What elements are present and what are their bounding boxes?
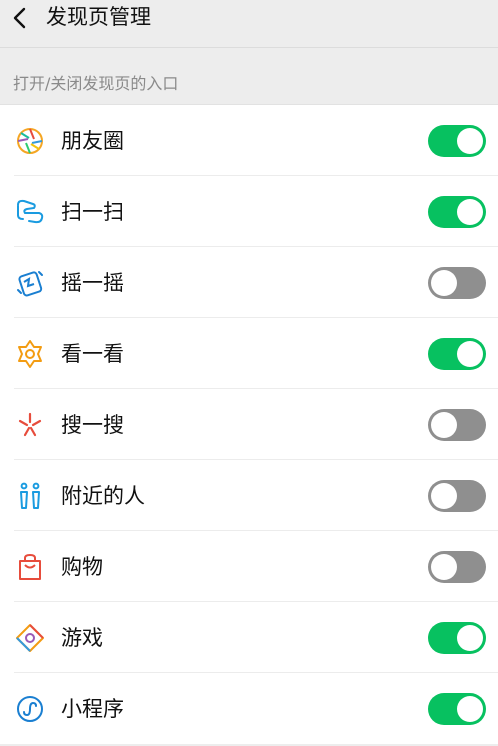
list-item-games: 游戏 xyxy=(0,602,498,673)
toggle-knob xyxy=(431,270,457,296)
page-title: 发现页管理 xyxy=(46,5,151,29)
games-icon xyxy=(16,624,44,652)
toggle-knob xyxy=(457,341,483,367)
scan-icon xyxy=(17,199,44,224)
item-label: 朋友圈 xyxy=(61,129,124,153)
toggle-knob xyxy=(457,625,483,651)
list-item-top-stories: 看一看 xyxy=(0,318,498,389)
toggle-knob xyxy=(457,199,483,225)
item-label: 游戏 xyxy=(61,626,103,650)
moments-toggle[interactable] xyxy=(428,125,486,157)
top-stories-toggle[interactable] xyxy=(428,338,486,370)
item-label: 扫一扫 xyxy=(61,200,124,224)
shopping-bag-icon xyxy=(19,553,41,580)
list-item-scan: 扫一扫 xyxy=(0,176,498,247)
back-arrow-icon[interactable] xyxy=(8,4,34,32)
item-label: 小程序 xyxy=(61,697,124,721)
games-toggle[interactable] xyxy=(428,622,486,654)
toggle-knob xyxy=(431,554,457,580)
list-item-shake: 摇一摇 xyxy=(0,247,498,318)
item-label: 看一看 xyxy=(61,342,124,366)
moments-icon xyxy=(17,128,43,154)
scan-toggle[interactable] xyxy=(428,196,486,228)
mini-programs-toggle[interactable] xyxy=(428,693,486,725)
list-item-search: 搜一搜 xyxy=(0,389,498,460)
people-nearby-toggle[interactable] xyxy=(428,480,486,512)
mini-programs-icon xyxy=(17,696,43,722)
header-bar: 发现页管理 xyxy=(0,0,498,48)
top-stories-icon xyxy=(18,340,42,368)
shake-toggle[interactable] xyxy=(428,267,486,299)
discover-entry-list: 朋友圈 扫一扫 摇一摇 看一看 搜一搜 附近的人 购物 游戏 小程序 xyxy=(0,104,498,744)
toggle-knob xyxy=(431,412,457,438)
item-label: 搜一搜 xyxy=(61,413,124,437)
toggle-knob xyxy=(457,696,483,722)
shake-icon xyxy=(17,271,43,297)
search-toggle[interactable] xyxy=(428,409,486,441)
search-icon xyxy=(18,412,42,437)
item-label: 摇一摇 xyxy=(61,271,124,295)
list-item-mini-programs: 小程序 xyxy=(0,673,498,744)
people-nearby-icon xyxy=(20,482,40,509)
section-label: 打开/关闭发现页的入口 xyxy=(13,74,179,93)
shopping-toggle[interactable] xyxy=(428,551,486,583)
list-item-moments: 朋友圈 xyxy=(0,105,498,176)
list-item-people-nearby: 附近的人 xyxy=(0,460,498,531)
toggle-knob xyxy=(457,128,483,154)
item-label: 购物 xyxy=(61,555,103,579)
toggle-knob xyxy=(431,483,457,509)
list-item-shopping: 购物 xyxy=(0,531,498,602)
item-label: 附近的人 xyxy=(61,484,145,508)
